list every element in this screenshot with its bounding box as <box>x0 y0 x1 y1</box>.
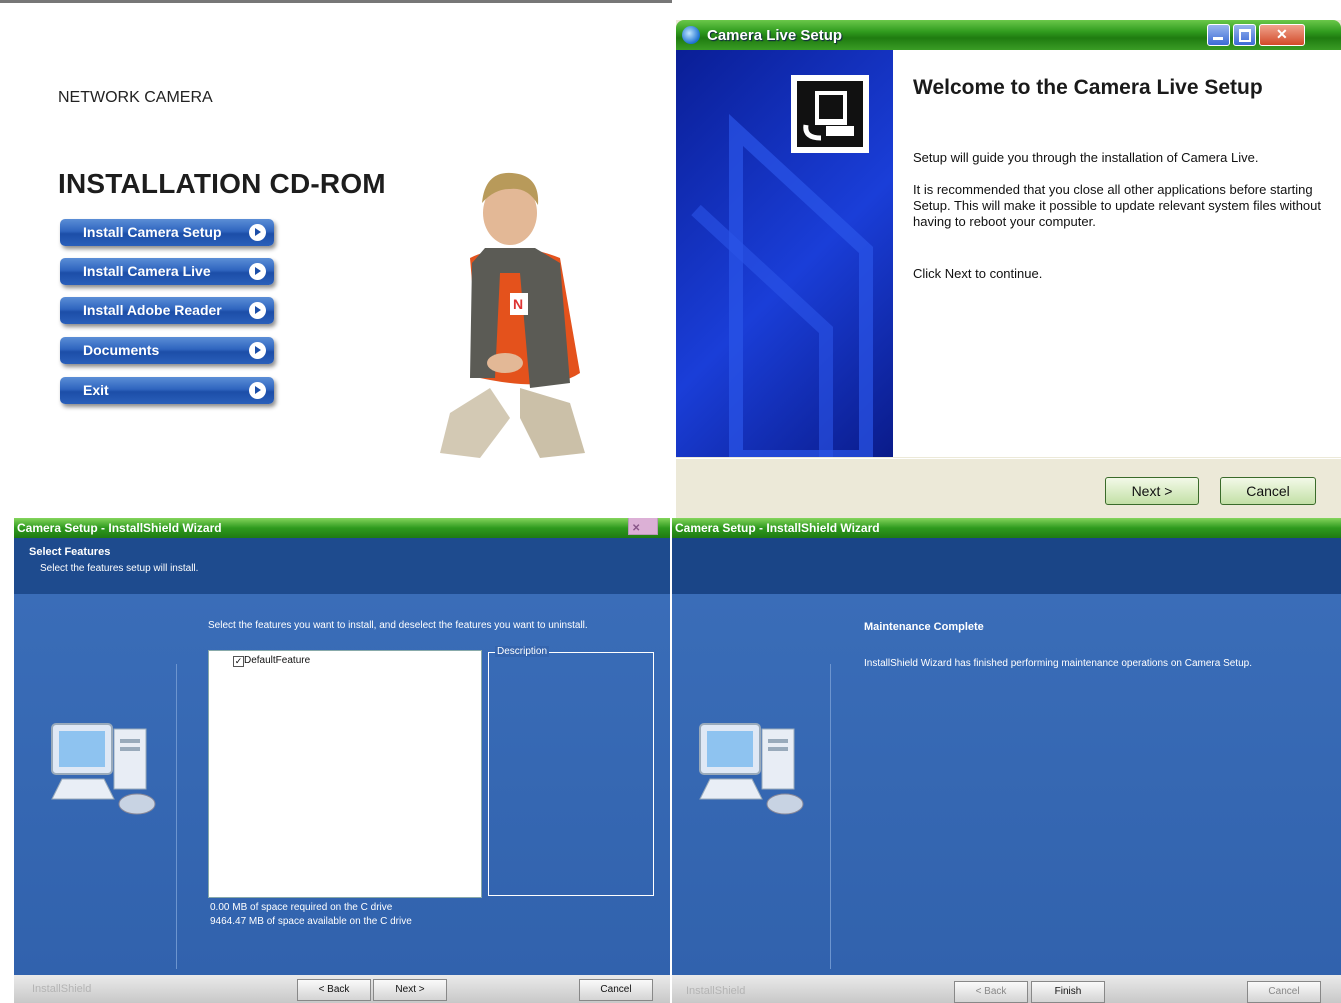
maintenance-complete-window: Camera Setup - InstallShield Wizard Main… <box>672 518 1341 1003</box>
menu-label: Documents <box>83 342 160 358</box>
header-subtitle: Select the features setup will install. <box>40 563 199 574</box>
select-features-window: Camera Setup - InstallShield Wizard ✕ Se… <box>14 518 670 1003</box>
brand-text: NETWORK CAMERA <box>58 89 213 106</box>
description-label: Description <box>495 646 550 657</box>
intro-text: Setup will guide you through the install… <box>913 150 1259 165</box>
menu-label: Install Camera Setup <box>83 224 222 240</box>
welcome-heading: Welcome to the Camera Live Setup <box>913 76 1263 99</box>
app-icon <box>682 26 700 44</box>
wizard-header: Select Features Select the features setu… <box>14 538 670 594</box>
cancel-button[interactable]: Cancel <box>1247 981 1321 1003</box>
window-title: Camera Setup - InstallShield Wizard <box>17 521 222 535</box>
maintenance-heading: Maintenance Complete <box>864 621 984 633</box>
minimize-button[interactable] <box>1207 24 1230 46</box>
description-box: Description <box>488 646 654 896</box>
recommendation-text: It is recommended that you close all oth… <box>913 182 1322 229</box>
boy-illustration: N <box>440 172 585 458</box>
finish-button[interactable]: Finish <box>1031 981 1105 1003</box>
camera-live-setup-window: Camera Live Setup ✕ Welcome to the Camer… <box>676 20 1341 519</box>
close-button[interactable]: ✕ <box>1259 24 1305 46</box>
maintenance-message: InstallShield Wizard has finished perfor… <box>864 658 1252 669</box>
title-bar: Camera Setup - InstallShield Wizard ✕ <box>14 518 670 538</box>
exit-button[interactable]: Exit <box>60 377 274 404</box>
title-bar: Camera Live Setup ✕ <box>676 20 1341 50</box>
cancel-button[interactable]: Cancel <box>579 979 653 1001</box>
maximize-icon <box>1239 29 1251 42</box>
documents-button[interactable]: Documents <box>60 337 274 364</box>
cd-launcher-panel: NETWORK CAMERA INSTALLATION CD-ROM Insta… <box>0 0 672 519</box>
menu-label: Install Camera Live <box>83 263 211 279</box>
wizard-footer: Next > Cancel <box>676 458 1341 519</box>
title-bar: Camera Setup - InstallShield Wizard <box>672 518 1341 538</box>
install-camera-live-button[interactable]: Install Camera Live <box>60 258 274 285</box>
wizard-content <box>893 50 1341 457</box>
feature-label[interactable]: DefaultFeature <box>244 655 310 666</box>
installshield-brand: InstallShield <box>686 985 746 997</box>
next-button[interactable]: Next > <box>1105 477 1199 505</box>
wizard-header <box>672 538 1341 594</box>
install-camera-setup-button[interactable]: Install Camera Setup <box>60 219 274 246</box>
feature-checkbox[interactable]: ✓ <box>233 656 244 667</box>
window-title: Camera Setup - InstallShield Wizard <box>675 521 880 535</box>
menu-label: Install Adobe Reader <box>83 302 222 318</box>
wizard-footer: InstallShield < Back Finish Cancel <box>672 975 1341 1003</box>
computer-icon <box>51 723 156 815</box>
header-title: Select Features <box>29 546 111 558</box>
launcher-title: INSTALLATION CD-ROM <box>58 168 386 199</box>
window-title: Camera Live Setup <box>707 27 843 44</box>
close-icon: ✕ <box>1276 26 1288 42</box>
wizard-footer: InstallShield < Back Next > Cancel <box>14 975 670 1003</box>
wizard-body: Maintenance Complete InstallShield Wizar… <box>672 594 1341 975</box>
close-button[interactable]: ✕ <box>628 518 658 535</box>
close-icon: ✕ <box>632 523 641 534</box>
svg-text:N: N <box>513 296 523 312</box>
menu-label: Exit <box>83 382 109 398</box>
back-button[interactable]: < Back <box>954 981 1028 1003</box>
wizard-body: Select the features you want to install,… <box>14 594 670 975</box>
arrow-right-icon <box>249 224 266 241</box>
arrow-right-icon <box>249 342 266 359</box>
space-required-text: 0.00 MB of space required on the C drive <box>210 902 393 913</box>
installshield-brand: InstallShield <box>32 983 92 995</box>
minimize-icon <box>1213 37 1223 40</box>
next-button[interactable]: Next > <box>373 979 447 1001</box>
instruction-text: Select the features you want to install,… <box>208 620 588 631</box>
continue-text: Click Next to continue. <box>913 266 1043 281</box>
feature-tree[interactable]: ✓ DefaultFeature <box>208 650 482 898</box>
arrow-right-icon <box>249 302 266 319</box>
arrow-right-icon <box>249 263 266 280</box>
divider <box>176 664 177 969</box>
cancel-button[interactable]: Cancel <box>1220 477 1316 505</box>
back-button[interactable]: < Back <box>297 979 371 1001</box>
computer-icon <box>699 723 804 815</box>
wizard-side-banner <box>676 50 893 464</box>
banner-graphic <box>691 75 873 464</box>
divider <box>830 664 831 969</box>
space-available-text: 9464.47 MB of space available on the C d… <box>210 916 412 927</box>
install-adobe-reader-button[interactable]: Install Adobe Reader <box>60 297 274 324</box>
maximize-button[interactable] <box>1233 24 1256 46</box>
arrow-right-icon <box>249 382 266 399</box>
